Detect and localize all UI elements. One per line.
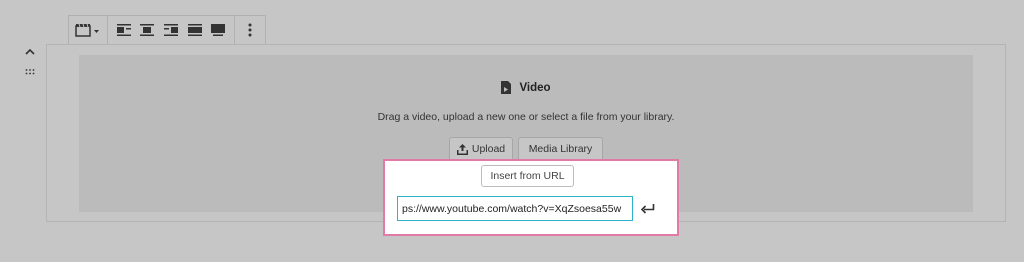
wide-width-button[interactable] <box>187 16 202 44</box>
upload-label: Upload <box>471 143 506 155</box>
upload-icon <box>456 143 468 155</box>
block-mover <box>22 48 38 76</box>
video-file-icon <box>501 81 512 94</box>
placeholder-instructions: Drag a video, upload a new one or select… <box>377 111 675 123</box>
apply-url-button[interactable] <box>637 198 659 220</box>
align-left-button[interactable] <box>116 16 131 44</box>
wide-width-icon <box>187 24 202 36</box>
insert-url-popover: Insert from URL <box>383 159 679 236</box>
more-options-button[interactable] <box>235 16 265 44</box>
more-vertical-icon <box>248 23 252 37</box>
align-center-button[interactable] <box>140 16 155 44</box>
chevron-down-icon <box>93 30 99 33</box>
align-right-button[interactable] <box>163 16 178 44</box>
upload-button[interactable]: Upload <box>449 137 513 161</box>
clapper-icon <box>75 23 99 37</box>
drag-handle-icon[interactable] <box>25 68 35 76</box>
placeholder-title-row: Video <box>79 81 973 94</box>
block-type-button[interactable] <box>69 16 108 44</box>
url-input[interactable] <box>397 196 633 221</box>
placeholder-title: Video <box>519 81 551 94</box>
align-center-icon <box>140 24 155 36</box>
block-toolbar <box>68 15 266 45</box>
full-width-icon <box>211 24 226 36</box>
insert-from-url-button[interactable]: Insert from URL <box>481 165 574 187</box>
media-library-label: Media Library <box>528 143 593 155</box>
enter-icon <box>641 204 655 214</box>
media-library-button[interactable]: Media Library <box>518 137 603 161</box>
align-left-icon <box>116 24 131 36</box>
chevron-up-icon[interactable] <box>25 48 35 56</box>
alignment-group <box>108 16 236 44</box>
full-width-button[interactable] <box>211 16 226 44</box>
align-right-icon <box>163 24 178 36</box>
